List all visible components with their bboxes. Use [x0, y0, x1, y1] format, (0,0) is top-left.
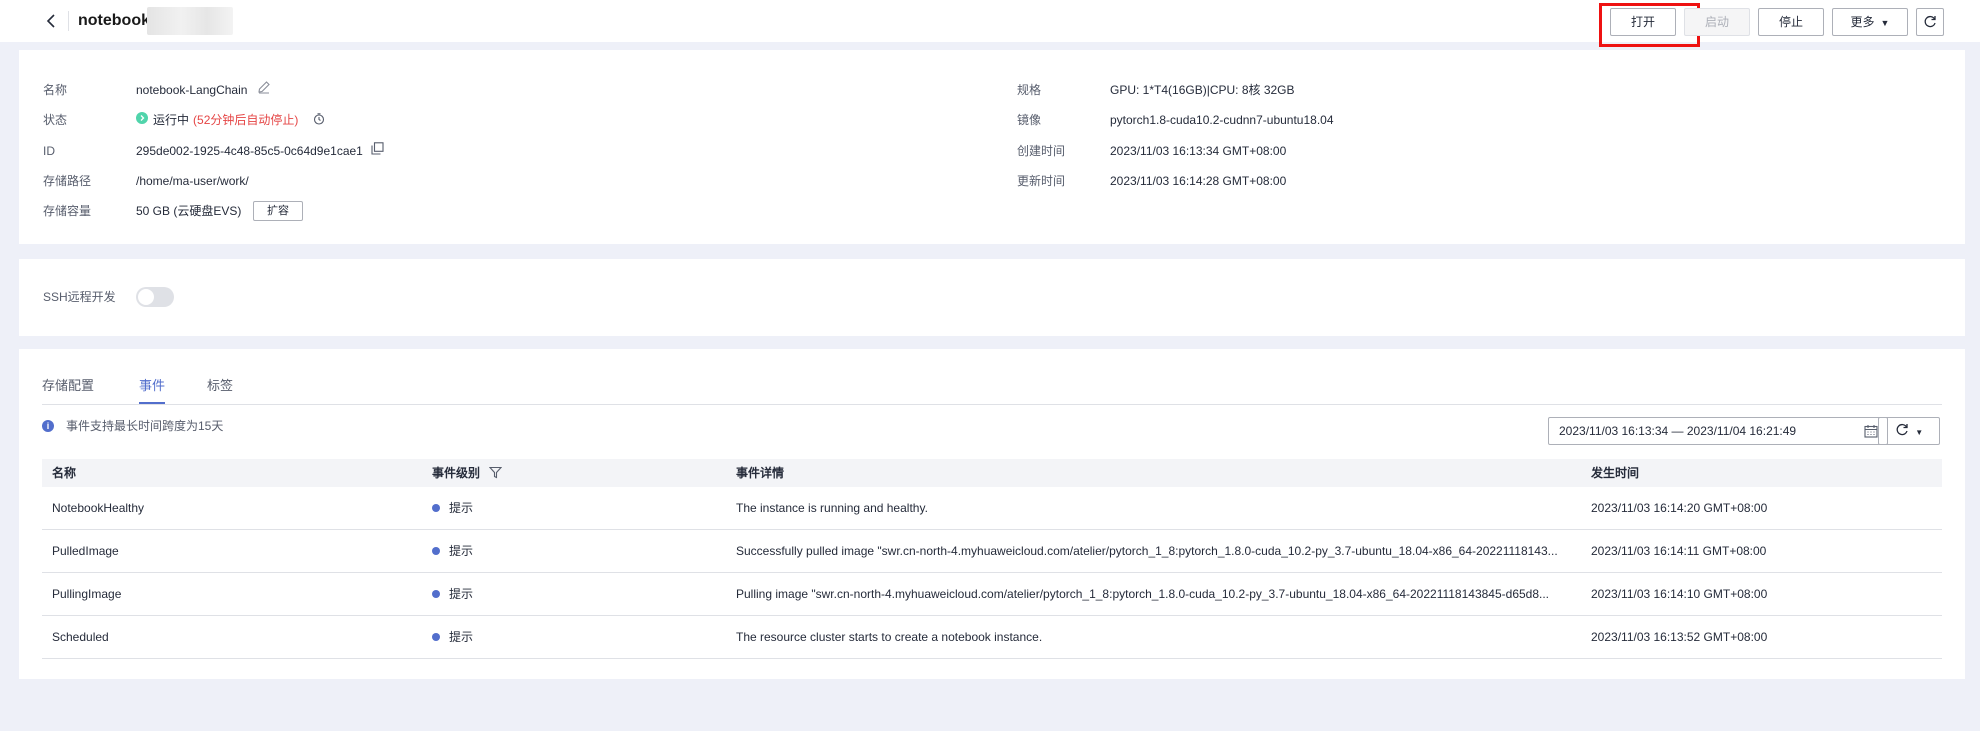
path-value: /home/ma-user/work/ [136, 174, 249, 188]
event-level: 提示 [432, 616, 722, 658]
status-note-close: ) [294, 113, 299, 127]
level-dot-icon [432, 633, 440, 641]
chevron-down-icon: ▼ [1915, 428, 1924, 437]
status-text: 运行中 [153, 113, 190, 127]
event-level: 提示 [432, 573, 722, 615]
id-label: ID [43, 144, 55, 158]
refresh-icon [1896, 423, 1908, 436]
event-level: 提示 [432, 530, 722, 572]
level-label: 提示 [449, 587, 474, 601]
level-label: 提示 [449, 544, 474, 558]
ssh-card: SSH远程开发 [19, 259, 1965, 336]
level-label: 提示 [449, 501, 474, 515]
level-dot-icon [432, 590, 440, 598]
filter-icon[interactable] [489, 466, 503, 479]
chevron-down-icon: ▼ [1880, 18, 1890, 28]
col-name: 名称 [52, 466, 77, 480]
path-label: 存储路径 [43, 174, 92, 188]
updated-value: 2023/11/03 16:14:28 GMT+08:00 [1110, 174, 1287, 188]
calendar-icon [1864, 425, 1878, 438]
table-row: PulledImage 提示 Successfully pulled image… [42, 530, 1942, 573]
timer-icon [313, 113, 325, 125]
image-value: pytorch1.8-cuda10.2-cudnn7-ubuntu18.04 [1110, 113, 1334, 127]
col-time: 发生时间 [1591, 466, 1640, 480]
date-range-picker[interactable]: 2023/11/03 16:13:34 — 2023/11/04 16:21:4… [1548, 417, 1888, 445]
active-tab-indicator [139, 402, 165, 404]
tab-storage-config[interactable]: 存储配置 [42, 377, 94, 395]
tab-tags[interactable]: 标签 [207, 377, 233, 395]
capacity-label: 存储容量 [43, 204, 92, 218]
event-time: 2023/11/03 16:13:52 GMT+08:00 [1591, 630, 1768, 644]
ssh-label: SSH远程开发 [43, 290, 116, 304]
edit-icon[interactable] [257, 80, 271, 94]
header-divider [68, 11, 69, 31]
col-detail: 事件详情 [736, 466, 785, 480]
spec-value: GPU: 1*T4(16GB)|CPU: 8核 32GB [1110, 83, 1295, 97]
col-level-label: 事件级别 [432, 466, 481, 480]
ssh-toggle[interactable] [136, 287, 174, 307]
events-notice: 事件支持最长时间跨度为15天 [66, 419, 224, 433]
date-range-value: 2023/11/03 16:13:34 — 2023/11/04 16:21:4… [1559, 424, 1797, 438]
running-status-icon [136, 112, 148, 124]
table-row: PullingImage 提示 Pulling image "swr.cn-no… [42, 573, 1942, 616]
refresh-dropdown-button[interactable]: ▼ [1878, 417, 1940, 445]
event-name: Scheduled [52, 630, 109, 644]
capacity-value: 50 GB (云硬盘EVS) [136, 204, 242, 218]
created-label: 创建时间 [1017, 144, 1066, 158]
tab-divider [42, 404, 1942, 405]
page-title: notebook [78, 12, 150, 29]
events-table-header: 名称 事件级别 事件详情 发生时间 [42, 459, 1942, 487]
details-card: 名称 notebook-LangChain 状态 运行中 (52分钟后自动停止) … [19, 50, 1965, 244]
refresh-icon [1924, 15, 1936, 28]
redacted-title-suffix [147, 7, 233, 35]
tab-events[interactable]: 事件 [139, 377, 165, 395]
event-time: 2023/11/03 16:14:10 GMT+08:00 [1591, 587, 1768, 601]
level-dot-icon [432, 547, 440, 555]
updated-label: 更新时间 [1017, 174, 1066, 188]
expand-button[interactable]: 扩容 [253, 201, 303, 221]
events-card: 存储配置 事件 标签 i 事件支持最长时间跨度为15天 2023/11/03 1… [19, 349, 1965, 679]
refresh-button[interactable] [1916, 8, 1944, 36]
image-label: 镜像 [1017, 113, 1042, 127]
back-icon[interactable] [42, 10, 62, 32]
page-header: notebook 打开 启动 停止 更多 ▼ [0, 0, 1980, 47]
status-label: 状态 [43, 113, 68, 127]
event-time: 2023/11/03 16:14:11 GMT+08:00 [1591, 544, 1767, 558]
col-level: 事件级别 [432, 459, 503, 487]
event-name: PullingImage [52, 587, 122, 601]
status-value: 运行中 (52分钟后自动停止) [153, 112, 298, 128]
event-time: 2023/11/03 16:14:20 GMT+08:00 [1591, 501, 1768, 515]
level-dot-icon [432, 504, 440, 512]
event-level: 提示 [432, 487, 722, 529]
status-note: 52分钟后自动停止 [197, 113, 295, 127]
event-detail: The resource cluster starts to create a … [736, 630, 1043, 644]
id-value: 295de002-1925-4c48-85c5-0c64d9e1cae1 [136, 144, 363, 158]
event-detail: The instance is running and healthy. [736, 501, 928, 515]
name-value: notebook-LangChain [136, 83, 248, 97]
event-name: PulledImage [52, 544, 119, 558]
name-label: 名称 [43, 83, 68, 97]
event-detail: Pulling image "swr.cn-north-4.myhuaweicl… [736, 587, 1550, 601]
spec-label: 规格 [1017, 83, 1042, 97]
created-value: 2023/11/03 16:13:34 GMT+08:00 [1110, 144, 1287, 158]
more-dropdown-button[interactable]: 更多 ▼ [1832, 8, 1908, 36]
table-row: Scheduled 提示 The resource cluster starts… [42, 616, 1942, 659]
info-icon: i [42, 420, 54, 432]
table-row: NotebookHealthy 提示 The instance is runni… [42, 487, 1942, 530]
stop-button[interactable]: 停止 [1758, 8, 1824, 36]
event-name: NotebookHealthy [52, 501, 145, 515]
start-button[interactable]: 启动 [1684, 8, 1750, 36]
copy-icon[interactable] [371, 142, 384, 155]
level-label: 提示 [449, 630, 474, 644]
event-detail: Successfully pulled image "swr.cn-north-… [736, 544, 1558, 558]
more-label: 更多 [1850, 15, 1875, 29]
